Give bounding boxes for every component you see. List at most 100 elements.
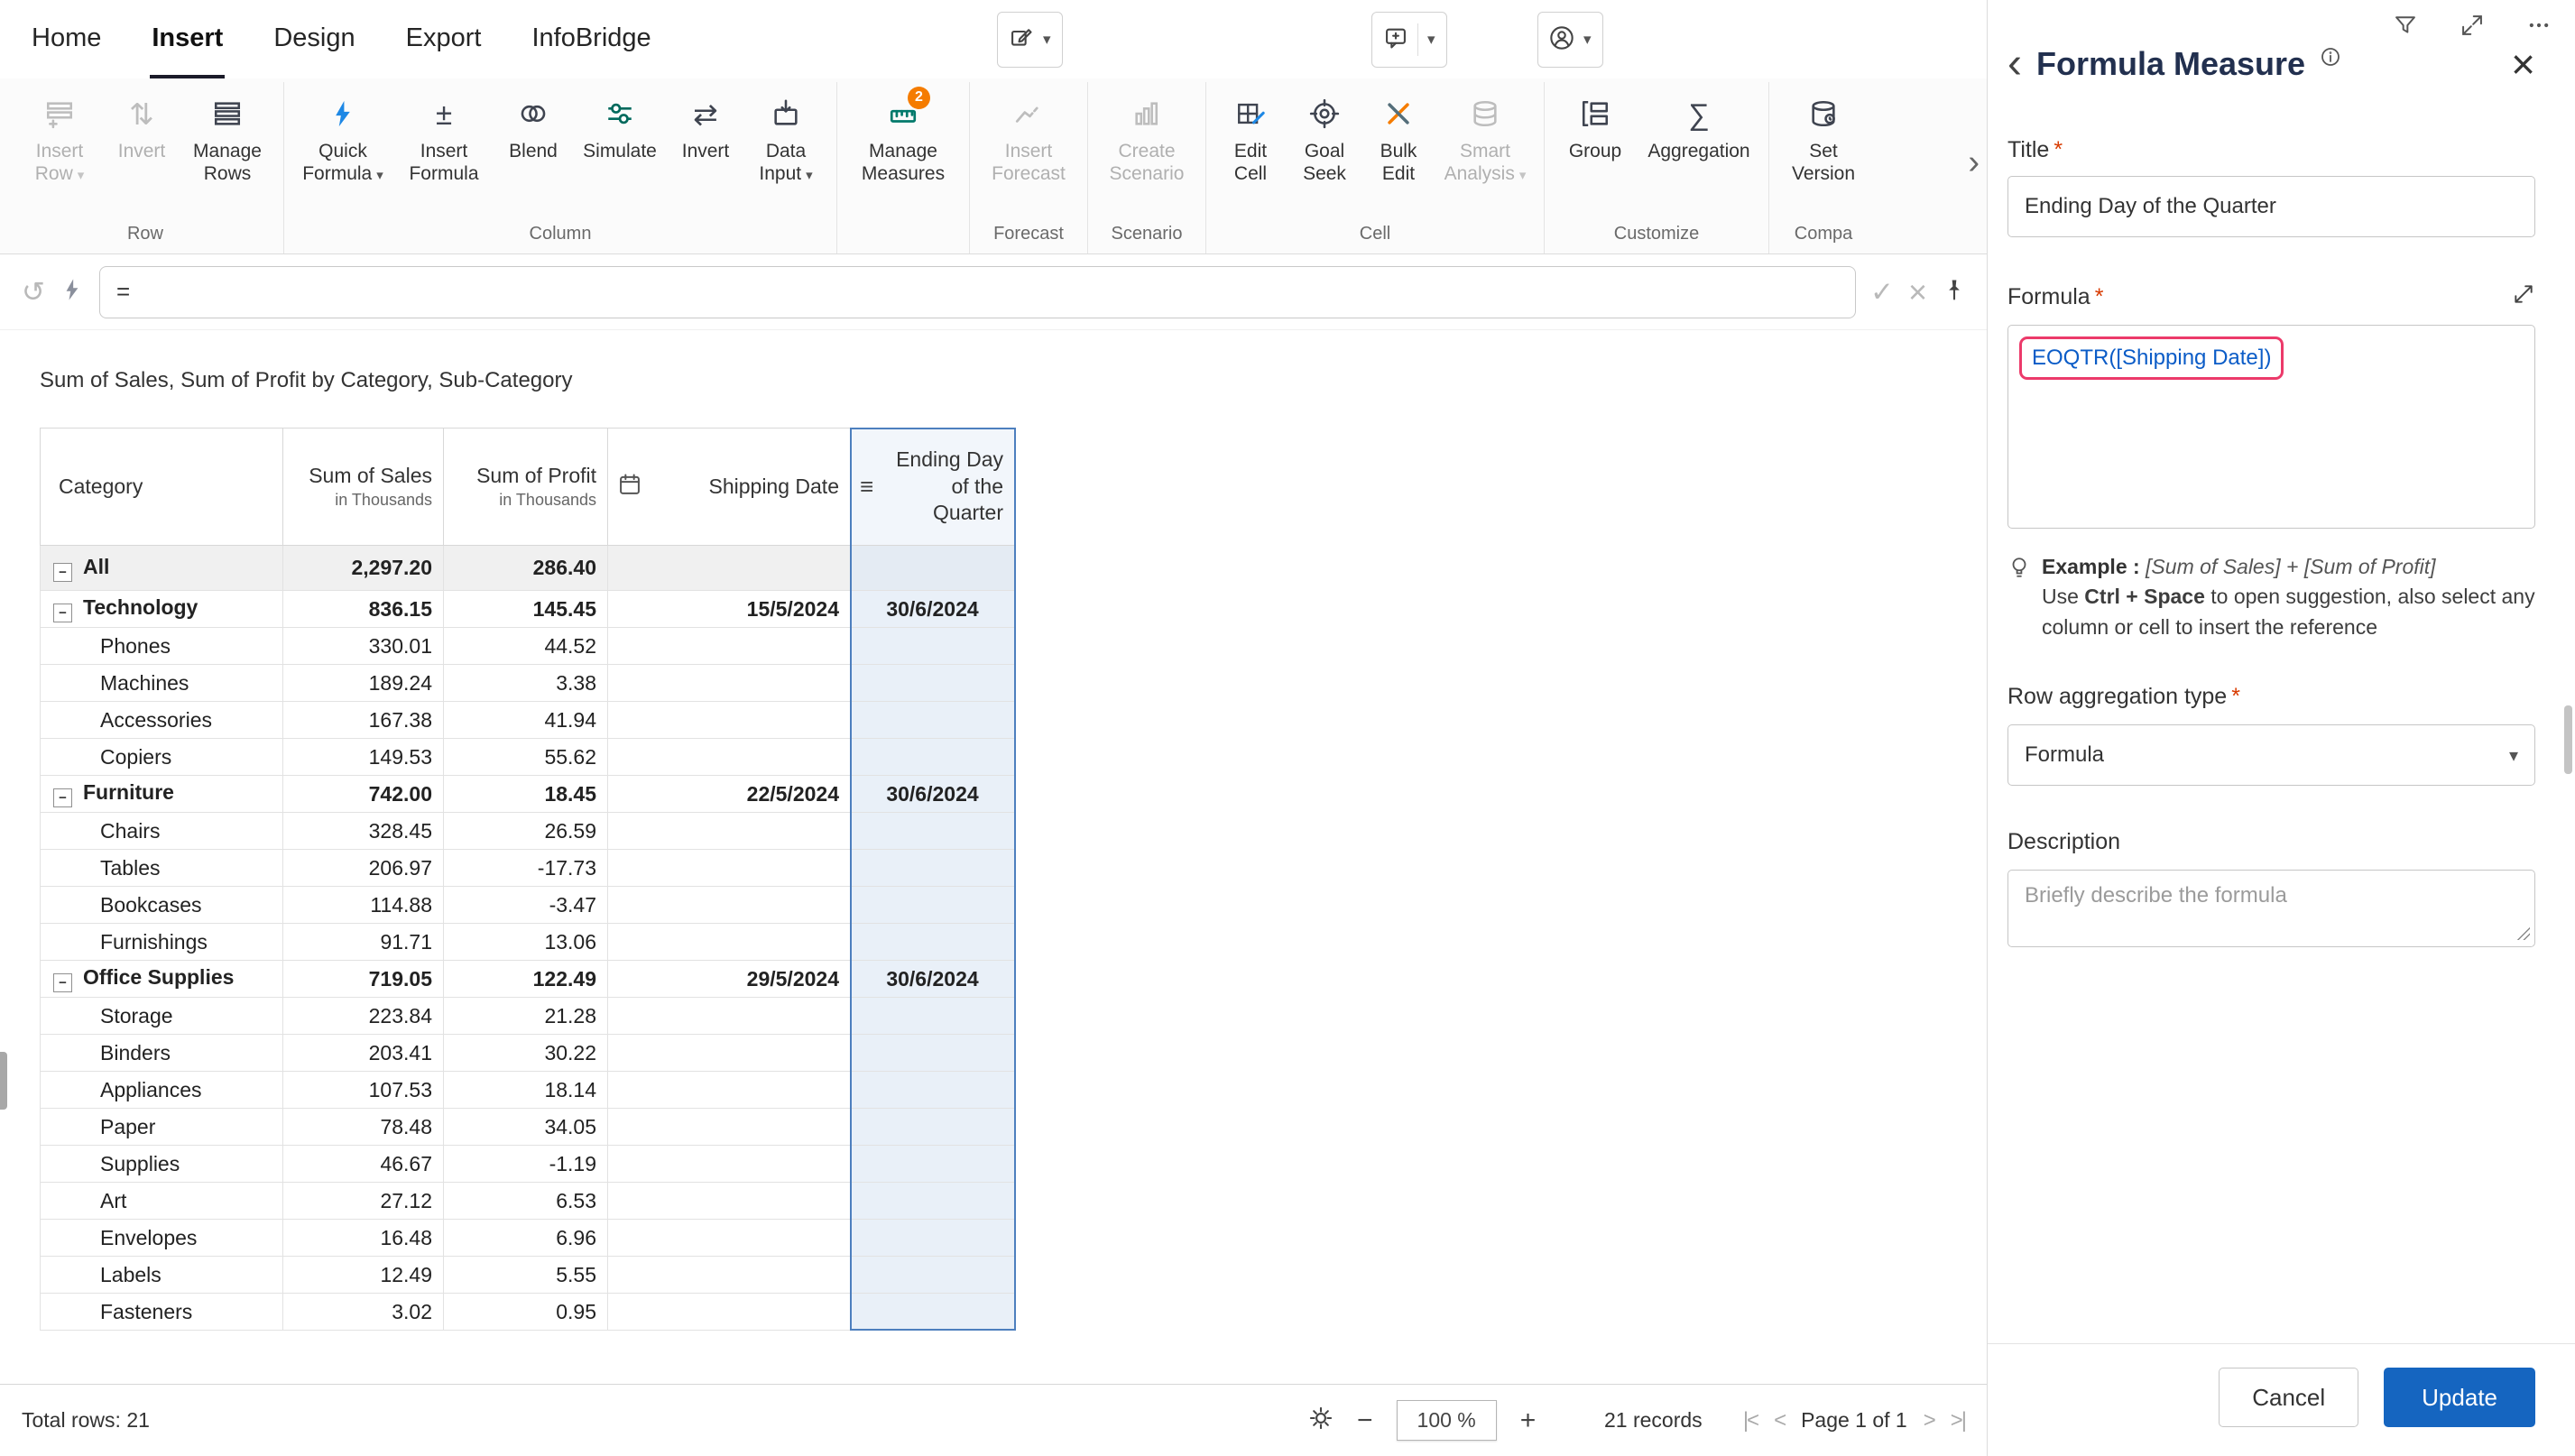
cell-shipping-date[interactable] (608, 1183, 851, 1220)
column-header-sales[interactable]: Sum of Sales in Thousands (283, 429, 444, 546)
manage-rows-button[interactable]: Manage Rows (180, 86, 274, 186)
cell-profit[interactable]: -3.47 (444, 887, 608, 924)
cell-ending-day[interactable] (851, 850, 1015, 887)
cell-profit[interactable]: 55.62 (444, 739, 608, 776)
cell-shipping-date[interactable] (608, 813, 851, 850)
resize-handle-icon[interactable] (2515, 926, 2530, 940)
cell-sales[interactable]: 91.71 (283, 924, 444, 961)
cell-profit[interactable]: 122.49 (444, 961, 608, 998)
table-row[interactable]: Supplies 46.67 -1.19 (41, 1146, 1015, 1183)
table-row[interactable]: Paper 78.48 34.05 (41, 1109, 1015, 1146)
cell-sales[interactable]: 719.05 (283, 961, 444, 998)
cell-sales[interactable]: 149.53 (283, 739, 444, 776)
cell-shipping-date[interactable]: 15/5/2024 (608, 591, 851, 628)
goal-seek-button[interactable]: Goal Seek (1288, 86, 1361, 186)
cell-shipping-date[interactable] (608, 887, 851, 924)
cell-category[interactable]: Phones (41, 628, 283, 665)
cancel-button[interactable]: Cancel (2219, 1368, 2358, 1427)
cell-profit[interactable]: 6.96 (444, 1220, 608, 1257)
cell-shipping-date[interactable] (608, 628, 851, 665)
table-row[interactable]: Furnishings 91.71 13.06 (41, 924, 1015, 961)
cell-ending-day[interactable] (851, 702, 1015, 739)
description-textarea[interactable] (2007, 870, 2535, 947)
cell-shipping-date[interactable] (608, 702, 851, 739)
account-button[interactable]: ▾ (1537, 12, 1603, 68)
cell-category[interactable]: Tables (41, 850, 283, 887)
table-row[interactable]: Labels 12.49 5.55 (41, 1257, 1015, 1294)
undo-icon[interactable]: ↺ (22, 278, 45, 306)
cell-category[interactable]: −Technology (41, 591, 283, 628)
cell-shipping-date[interactable] (608, 1294, 851, 1331)
formula-input[interactable]: = (99, 266, 1856, 318)
tab-home[interactable]: Home (30, 0, 103, 78)
cell-ending-day[interactable] (851, 887, 1015, 924)
cell-shipping-date[interactable] (608, 739, 851, 776)
cell-shipping-date[interactable] (608, 546, 851, 591)
table-row[interactable]: Storage 223.84 21.28 (41, 998, 1015, 1035)
tab-design[interactable]: Design (272, 0, 356, 78)
cell-ending-day[interactable] (851, 1294, 1015, 1331)
cell-profit[interactable]: 286.40 (444, 546, 608, 591)
expand-formula-icon[interactable] (2512, 282, 2535, 312)
expand-view-icon[interactable] (2460, 13, 2485, 42)
cell-category[interactable]: −Furniture (41, 776, 283, 813)
cell-profit[interactable]: 5.55 (444, 1257, 608, 1294)
left-scrollbar-thumb[interactable] (0, 1052, 7, 1110)
cell-ending-day[interactable] (851, 628, 1015, 665)
cell-sales[interactable]: 223.84 (283, 998, 444, 1035)
zoom-out-button[interactable]: − (1357, 1405, 1373, 1436)
manage-measures-button[interactable]: 2 Manage Measures (846, 86, 960, 186)
cell-shipping-date[interactable]: 22/5/2024 (608, 776, 851, 813)
close-button[interactable]: × (2511, 48, 2535, 81)
more-options-icon[interactable] (2526, 13, 2552, 42)
ribbon-overflow-chevron[interactable]: › (1968, 143, 1980, 182)
table-row[interactable]: −Office Supplies 719.05 122.49 29/5/2024… (41, 961, 1015, 998)
cell-shipping-date[interactable] (608, 1220, 851, 1257)
cell-profit[interactable]: 18.14 (444, 1072, 608, 1109)
table-row[interactable]: Art 27.12 6.53 (41, 1183, 1015, 1220)
collapse-icon[interactable]: − (53, 788, 72, 807)
table-row[interactable]: Bookcases 114.88 -3.47 (41, 887, 1015, 924)
cell-sales[interactable]: 114.88 (283, 887, 444, 924)
cell-category[interactable]: Paper (41, 1109, 283, 1146)
edit-mode-button[interactable]: ▾ (997, 12, 1063, 68)
first-page-button[interactable]: |< (1743, 1408, 1758, 1433)
column-menu-icon[interactable]: ≡ (860, 473, 873, 501)
tab-insert[interactable]: Insert (150, 0, 225, 78)
cell-profit[interactable]: -17.73 (444, 850, 608, 887)
column-header-shipping-date[interactable]: Shipping Date (608, 429, 851, 546)
cell-sales[interactable]: 3.02 (283, 1294, 444, 1331)
cell-sales[interactable]: 836.15 (283, 591, 444, 628)
cell-ending-day[interactable] (851, 1183, 1015, 1220)
table-row[interactable]: Binders 203.41 30.22 (41, 1035, 1015, 1072)
formula-editor[interactable]: EOQTR([Shipping Date]) (2007, 325, 2535, 529)
cell-ending-day[interactable] (851, 1035, 1015, 1072)
cell-profit[interactable]: 26.59 (444, 813, 608, 850)
smart-analysis-button[interactable]: Smart Analysis▾ (1435, 86, 1535, 186)
cell-category[interactable]: Labels (41, 1257, 283, 1294)
cell-category[interactable]: Binders (41, 1035, 283, 1072)
cell-shipping-date[interactable] (608, 1257, 851, 1294)
cell-sales[interactable]: 27.12 (283, 1183, 444, 1220)
cell-ending-day[interactable] (851, 1109, 1015, 1146)
zoom-in-button[interactable]: + (1520, 1405, 1537, 1436)
column-header-category[interactable]: Category (41, 429, 283, 546)
cell-sales[interactable]: 203.41 (283, 1035, 444, 1072)
table-row[interactable]: Fasteners 3.02 0.95 (41, 1294, 1015, 1331)
cell-sales[interactable]: 167.38 (283, 702, 444, 739)
aggregation-button[interactable]: ∑ Aggregation (1638, 86, 1759, 163)
table-row[interactable]: Appliances 107.53 18.14 (41, 1072, 1015, 1109)
cell-category[interactable]: Storage (41, 998, 283, 1035)
cell-category[interactable]: Copiers (41, 739, 283, 776)
cell-ending-day[interactable] (851, 813, 1015, 850)
cell-ending-day[interactable] (851, 546, 1015, 591)
table-row[interactable]: Accessories 167.38 41.94 (41, 702, 1015, 739)
table-row[interactable]: Machines 189.24 3.38 (41, 665, 1015, 702)
zoom-level[interactable]: 100 % (1397, 1400, 1497, 1441)
cell-category[interactable]: Art (41, 1183, 283, 1220)
cell-shipping-date[interactable] (608, 1109, 851, 1146)
cell-category[interactable]: −Office Supplies (41, 961, 283, 998)
cell-shipping-date[interactable] (608, 1146, 851, 1183)
cell-ending-day[interactable] (851, 1072, 1015, 1109)
invert-column-button[interactable]: ⇄ Invert (669, 86, 743, 163)
